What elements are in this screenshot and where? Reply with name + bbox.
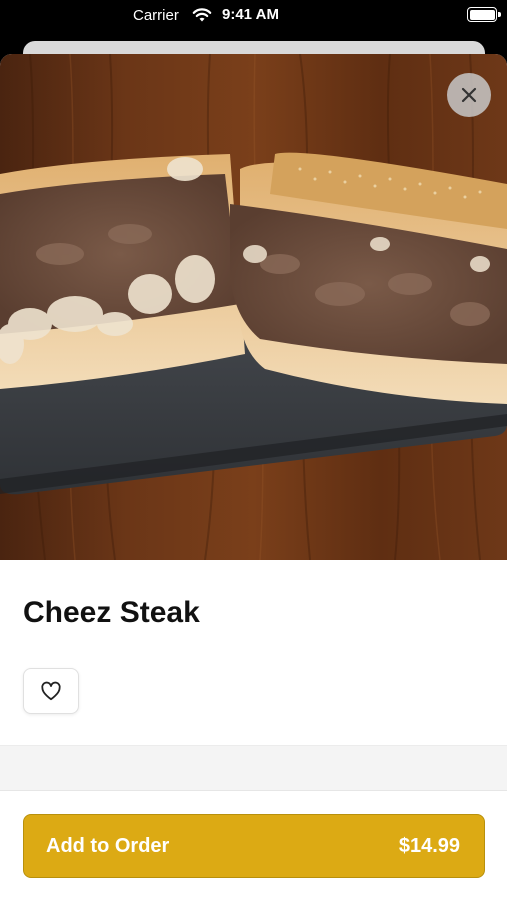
close-icon xyxy=(461,87,477,103)
add-to-order-label: Add to Order xyxy=(46,834,170,857)
status-bar: Carrier 9:41 AM xyxy=(0,0,507,34)
battery-icon xyxy=(467,7,501,22)
section-divider xyxy=(0,745,507,791)
heart-icon xyxy=(41,681,61,701)
item-detail-sheet: Cheez Steak Add to Order $14.99 xyxy=(0,54,507,900)
item-photo xyxy=(0,54,507,560)
wifi-icon xyxy=(192,8,212,22)
favorite-button[interactable] xyxy=(23,668,79,714)
order-price: $14.99 xyxy=(398,834,460,857)
add-to-order-button[interactable]: Add to Order $14.99 xyxy=(23,814,485,878)
item-title: Cheez Steak xyxy=(23,596,200,629)
close-button[interactable] xyxy=(447,73,491,117)
carrier-label: Carrier xyxy=(133,7,179,24)
clock: 9:41 AM xyxy=(222,6,279,23)
